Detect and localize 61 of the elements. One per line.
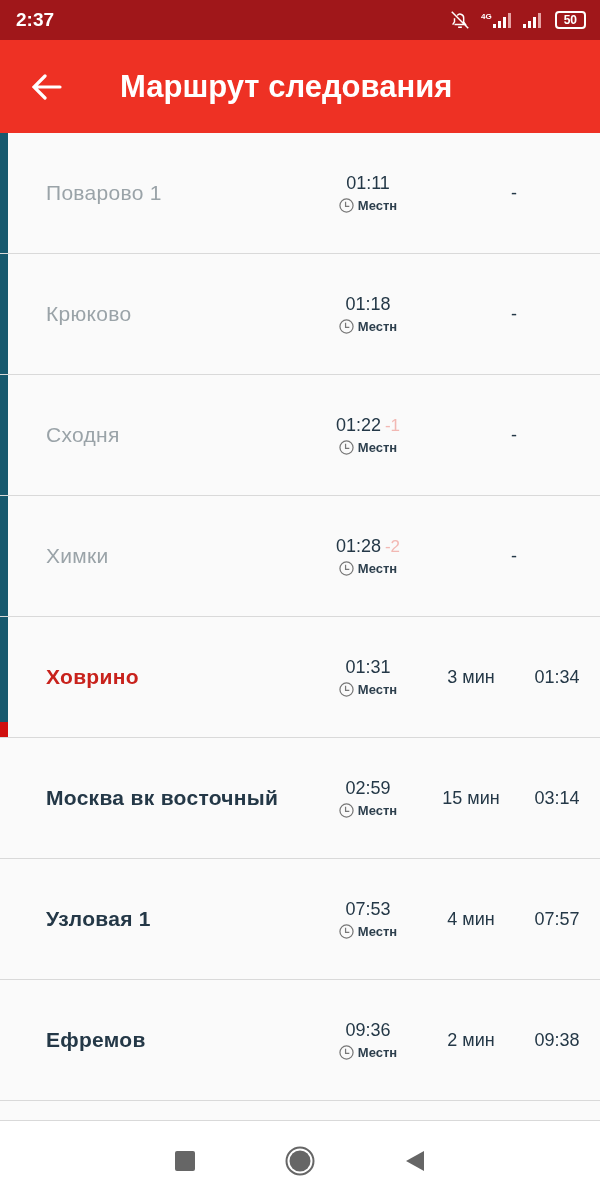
status-time: 2:37 <box>16 9 56 31</box>
time-zone-label: Местн <box>357 682 398 697</box>
departure-time: - <box>510 303 518 325</box>
home-button[interactable] <box>285 1145 315 1176</box>
signal-icon <box>492 12 513 28</box>
departure-time: - <box>510 424 518 446</box>
departure-time: - <box>510 545 518 567</box>
stop-duration: 15 мин <box>441 787 501 809</box>
back-nav-button[interactable] <box>405 1149 425 1172</box>
time-zone-label: Местн <box>357 561 398 576</box>
clock-icon <box>338 682 354 697</box>
clock-icon <box>338 440 354 455</box>
stop-row[interactable]: Химки 01:28 -2 Местн - <box>0 496 600 617</box>
station-name: Крюково <box>45 302 133 326</box>
arrival-time: 01:31 <box>345 657 391 678</box>
station-name: Узловая 1 <box>45 907 152 931</box>
departure-time: 03:14 <box>533 787 581 809</box>
departure-time: 01:34 <box>533 666 581 688</box>
stop-row[interactable]: Крюково 01:18 Местн - <box>0 254 600 375</box>
battery-level: 50 <box>554 11 586 29</box>
clock-icon <box>338 319 354 334</box>
arrival-time: 09:36 <box>345 1020 391 1041</box>
stop-duration: 3 мин <box>446 666 496 688</box>
time-zone-label: Местн <box>357 1045 398 1060</box>
station-name: Ховрино <box>45 665 140 689</box>
station-name: Химки <box>45 544 110 568</box>
station-name: Москва вк восточный <box>45 786 280 810</box>
departure-time: - <box>510 182 518 204</box>
departure-time: 09:38 <box>533 1029 581 1051</box>
arrival-time: 01:18 <box>345 294 391 315</box>
delay-value: -1 <box>384 416 401 436</box>
bell-off-icon <box>448 9 471 31</box>
arrival-time: 02:59 <box>345 778 391 799</box>
stop-row[interactable]: Ховрино 01:31 Местн 3 мин 01:34 <box>0 617 600 738</box>
clock-icon <box>338 561 354 576</box>
station-name: Поварово 1 <box>45 181 163 205</box>
arrival-time: 07:53 <box>345 899 391 920</box>
back-arrow-icon <box>32 73 62 100</box>
delay-value: -2 <box>384 537 401 557</box>
station-name: Сходня <box>45 423 121 447</box>
time-zone-label: Местн <box>357 198 398 213</box>
stop-duration: 2 мин <box>446 1029 496 1051</box>
network-label: 4G <box>480 12 492 21</box>
arrival-time: 01:11 <box>346 173 390 194</box>
time-zone-label: Местн <box>357 803 398 818</box>
clock-icon <box>338 198 354 213</box>
time-zone-label: Местн <box>357 924 398 939</box>
time-zone-label: Местн <box>357 319 398 334</box>
stop-row[interactable]: Поварово 1 01:11 Местн - <box>0 133 600 254</box>
clock-icon <box>338 803 354 818</box>
stop-duration: 4 мин <box>446 908 496 930</box>
departure-time: 07:57 <box>533 908 581 930</box>
arrival-time: 01:28 <box>335 536 381 557</box>
stop-row[interactable]: Сходня 01:22 -1 Местн - <box>0 375 600 496</box>
clock-icon <box>338 924 354 939</box>
arrival-time: 01:22 <box>335 415 381 436</box>
clock-icon <box>338 1045 354 1060</box>
recents-button[interactable] <box>175 1150 195 1171</box>
station-name: Ефремов <box>45 1028 147 1052</box>
time-zone-label: Местн <box>357 440 398 455</box>
screen-title: Маршрут следования <box>120 68 453 105</box>
